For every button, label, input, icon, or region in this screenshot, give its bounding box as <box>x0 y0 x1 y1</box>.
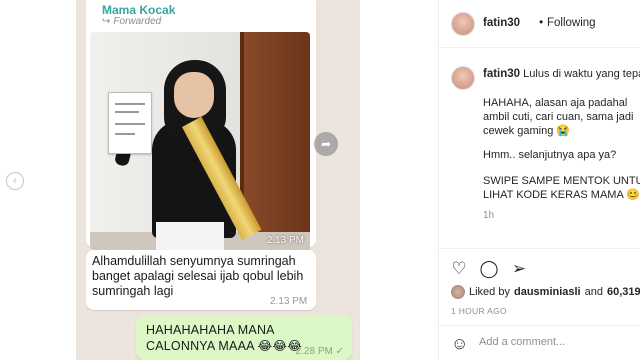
caption-author-avatar[interactable] <box>451 66 475 90</box>
forward-share-button[interactable]: ➦ <box>314 132 338 156</box>
likes-count[interactable]: 60,319 others <box>607 286 640 298</box>
likes-prefix: Liked by <box>469 286 510 298</box>
photo-certificate <box>108 92 152 154</box>
author-username[interactable]: fatin30 <box>483 17 520 29</box>
forwarded-text: Forwarded <box>113 16 162 27</box>
chat-sender-name: Mama Kocak <box>102 3 176 17</box>
whatsapp-chat-screenshot: Mama Kocak ↪ Forwarded 2.13 PM Alhamduli… <box>76 0 360 360</box>
caption-first-line: fatin30 Lulus di waktu yang tepat <box>483 68 640 80</box>
add-comment-bar: ☺ <box>439 325 640 360</box>
caption-paragraph: Hmm.. selanjutnya apa ya? <box>483 149 617 161</box>
post-media-viewer: ‹ Mama Kocak ↪ Forwarded 2.13 PM Alhamdu… <box>0 0 438 360</box>
share-arrow-icon: ➦ <box>320 137 332 151</box>
likes-summary: Liked by dausminiasli and 60,319 others <box>451 285 640 299</box>
send-icon[interactable]: ➢ <box>509 259 529 279</box>
comment-input[interactable] <box>479 336 629 348</box>
smile-icon[interactable]: ☺ <box>451 334 468 354</box>
instagram-post-page: ‹ Mama Kocak ↪ Forwarded 2.13 PM Alhamdu… <box>0 0 640 360</box>
caption-lead-text: Lulus di waktu yang tepat <box>523 68 640 80</box>
photo-white-pants <box>156 222 224 250</box>
post-side-panel: fatin30 • Following fatin30 Lulus di wak… <box>438 0 640 360</box>
comment-icon[interactable]: ◯ <box>479 259 499 279</box>
reply-timestamp: 2.28 PM ✓ <box>295 346 344 357</box>
post-header: fatin30 • Following <box>439 0 640 48</box>
graduation-photo: 2.13 PM <box>90 32 310 250</box>
liker-avatar <box>451 285 465 299</box>
likes-and: and <box>584 286 603 298</box>
caption-paragraph: HAHAHA, alasan aja padahal ambil cuti, c… <box>483 97 634 137</box>
caption-paragraph: SWIPE SAMPE MENTOK UNTUK LIHAT KODE KERA… <box>483 175 640 201</box>
author-avatar[interactable] <box>451 12 475 36</box>
post-timestamp: 1 HOUR AGO <box>451 306 507 316</box>
outgoing-reply-bubble: HAHAHAHAHA MANA CALONNYA MAAA 😂😂😂 2.28 P… <box>136 316 352 360</box>
caption-author-username[interactable]: fatin30 <box>483 68 520 80</box>
photo-timestamp: 2.13 PM <box>266 235 304 246</box>
chevron-left-icon: ‹ <box>13 175 17 187</box>
photo-face <box>174 72 214 118</box>
following-button[interactable]: Following <box>547 17 596 29</box>
heart-icon[interactable]: ♡ <box>449 259 469 279</box>
caption-age: 1h <box>483 210 495 221</box>
liker-username[interactable]: dausminiasli <box>514 286 581 298</box>
certificate-line <box>115 123 145 125</box>
separator-dot: • <box>539 15 544 29</box>
forward-arrow-icon: ↪ <box>102 16 111 27</box>
caption-timestamp: 2.13 PM <box>270 296 308 307</box>
forwarded-label: ↪ Forwarded <box>102 16 161 27</box>
chat-caption-text: Alhamdulillah senyumnya sumringah banget… <box>92 254 304 298</box>
certificate-line <box>115 103 145 105</box>
previous-slide-button[interactable]: ‹ <box>6 172 24 190</box>
certificate-line <box>115 111 139 113</box>
certificate-line <box>115 133 135 135</box>
post-actions-bar: ♡ ◯ ➢ <box>439 248 640 288</box>
reply-text: HAHAHAHAHA MANA CALONNYA MAAA <box>146 323 275 353</box>
